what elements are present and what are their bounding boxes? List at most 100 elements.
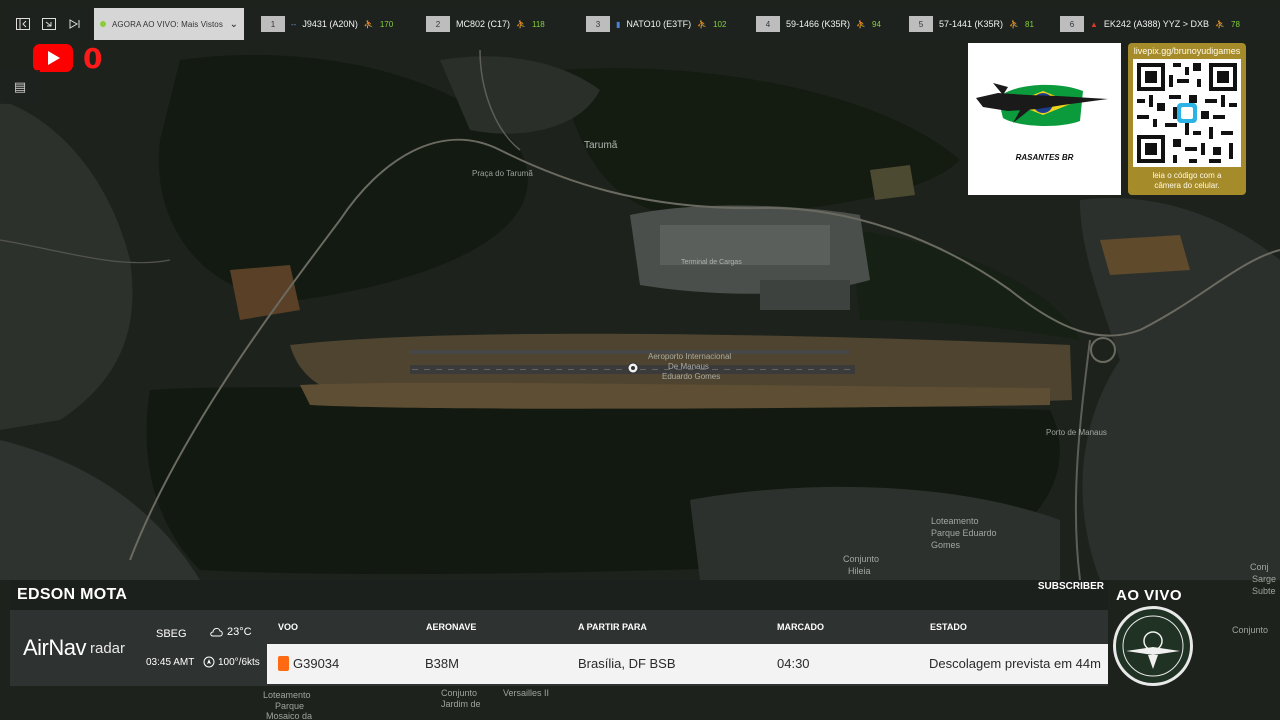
flight-viewers: 102 bbox=[713, 19, 727, 29]
map-label-sargento-1: Conj bbox=[1250, 562, 1269, 572]
map-label-conjunto-b2: Jardim de bbox=[441, 699, 481, 709]
temperature: 23°C bbox=[210, 626, 252, 638]
map-label-conjunto-hileia-2: Hileia bbox=[848, 566, 871, 576]
viewers-icon: ⛹ bbox=[363, 19, 374, 29]
flight-item-4[interactable]: 4 59-1466 (K35R) ⛹ 94 bbox=[756, 16, 881, 32]
airline-logo-icon: -- bbox=[291, 19, 297, 29]
wind-direction-icon bbox=[203, 656, 215, 668]
layers-icon[interactable]: ▤ bbox=[0, 70, 40, 104]
flight-rank: 3 bbox=[586, 16, 610, 32]
header-marcado: MARCADO bbox=[777, 622, 824, 632]
map-label-porto: Porto de Manaus bbox=[1046, 428, 1107, 437]
wind-value: 100°/6kts bbox=[218, 656, 260, 668]
flight-item-2[interactable]: 2 MC802 (C17) ⛹ 118 bbox=[426, 16, 545, 32]
map-label-loteamento-2: Parque Eduardo bbox=[931, 528, 997, 538]
map-label-taruma: Tarumã bbox=[584, 140, 618, 151]
airnav-radar-logo: AirNav radar bbox=[10, 610, 138, 686]
qr-caption-line-2: câmera do celular. bbox=[1154, 181, 1220, 190]
map-label-loteamento-b3: Mosaico da bbox=[266, 711, 313, 720]
airline-logo-icon bbox=[278, 656, 289, 671]
panel-collapse-icon[interactable] bbox=[10, 8, 36, 40]
flight-viewers: 118 bbox=[532, 19, 545, 29]
picture-in-picture-icon[interactable] bbox=[36, 8, 62, 40]
flight-callsign: MC802 (C17) bbox=[456, 19, 511, 29]
play-icon bbox=[48, 51, 60, 65]
destination: Brasília, DF BSB bbox=[578, 656, 676, 671]
airline-logo-icon: ▮ bbox=[616, 19, 621, 29]
viewers-icon: ⛹ bbox=[516, 19, 526, 29]
donation-qr-panel[interactable]: livepix.gg/brunoyudigames leia o código … bbox=[1128, 43, 1246, 195]
subscriber-label: SUBSCRIBER bbox=[1037, 581, 1104, 592]
map-label-aeroporto-1: Aeroporto Internacional bbox=[648, 352, 732, 361]
flight-rank: 5 bbox=[909, 16, 933, 32]
cloud-icon bbox=[210, 628, 223, 637]
flight-item-1[interactable]: 1 -- J9431 (A20N) ⛹ 170 bbox=[261, 16, 393, 32]
flight-viewers: 94 bbox=[872, 19, 881, 29]
flight-status: Descolagem prevista em 44m bbox=[929, 656, 1101, 671]
flight-rank: 6 bbox=[1060, 16, 1084, 32]
map-label-conjunto-b1: Conjunto bbox=[441, 688, 478, 698]
logo-text: RASANTES BR bbox=[1015, 153, 1074, 162]
flight-item-5[interactable]: 5 57-1441 (K35R) ⛹ 81 bbox=[909, 16, 1034, 32]
flight-item-6[interactable]: 6 ▲ EK242 (A388) YYZ > DXB ⛹ 78 bbox=[1060, 16, 1240, 32]
map-label-conjunto-hileia-1: Conjunto bbox=[843, 554, 880, 564]
flight-callsign: NATO10 (E3TF) bbox=[626, 19, 692, 29]
viewers-icon: ⛹ bbox=[1215, 19, 1226, 29]
airport-code: SBEG bbox=[156, 628, 187, 640]
temperature-value: 23°C bbox=[227, 626, 252, 638]
local-time: 03:45 AMT bbox=[146, 657, 195, 668]
rasantes-logo: RASANTES BR bbox=[968, 43, 1121, 195]
subscriber-name: EDSON MOTA bbox=[17, 586, 128, 603]
airline-logo-icon: ▲ bbox=[1090, 19, 1098, 29]
map-label-aeroporto-3: Eduardo Gomes bbox=[662, 372, 721, 381]
map-label-loteamento-3: Gomes bbox=[931, 540, 961, 550]
header-partir: A PARTIR PARA bbox=[578, 622, 647, 632]
flight-viewers: 81 bbox=[1025, 19, 1034, 29]
live-filter-dropdown[interactable]: AGORA AO VIVO: Mais Vistos ⌄ bbox=[94, 8, 244, 40]
map-label-terminal: Terminal de Cargas bbox=[681, 259, 742, 266]
jet-flag-icon bbox=[976, 83, 1108, 127]
flight-viewers: 170 bbox=[379, 19, 394, 29]
flight-number: G39034 bbox=[293, 656, 340, 671]
wind: 100°/6kts bbox=[203, 656, 260, 668]
header-aeronave: AERONAVE bbox=[426, 622, 477, 632]
map-label-praca: Praça do Tarumã bbox=[472, 169, 533, 178]
flight-item-3[interactable]: 3 ▮ NATO10 (E3TF) ⛹ 102 bbox=[586, 16, 726, 32]
channel-badge-icon bbox=[1113, 606, 1193, 686]
chevron-down-icon: ⌄ bbox=[229, 18, 238, 30]
flight-rank: 1 bbox=[261, 16, 285, 32]
header-voo: VOO bbox=[278, 622, 299, 632]
aircraft-type: B38M bbox=[425, 656, 459, 671]
flight-viewers: 78 bbox=[1231, 19, 1240, 29]
map-label-sargento-3: Subte bbox=[1252, 586, 1276, 596]
map-label-versailles: Versailles II bbox=[503, 688, 550, 698]
brand-radar: radar bbox=[89, 639, 126, 657]
qr-caption-line-1: leia o código com a bbox=[1152, 171, 1222, 180]
header-estado: ESTADO bbox=[930, 622, 967, 632]
flight-row[interactable]: G39034 B38M Brasília, DF BSB 04:30 Desco… bbox=[267, 644, 1108, 684]
youtube-icon[interactable] bbox=[33, 44, 73, 72]
map-label-loteamento-b1: Loteamento bbox=[263, 690, 311, 700]
stream-overlay: Tarumã Praça do Tarumã Terminal de Carga… bbox=[0, 0, 1280, 720]
youtube-count: 0 bbox=[83, 42, 103, 75]
flight-rank: 2 bbox=[426, 16, 450, 32]
flight-callsign: 59-1466 (K35R) bbox=[786, 19, 851, 29]
skip-next-icon[interactable] bbox=[62, 8, 88, 40]
flight-rank: 4 bbox=[756, 16, 780, 32]
top-flight-bar: AGORA AO VIVO: Mais Vistos ⌄ 1 -- J9431 … bbox=[10, 8, 1280, 40]
scheduled-time: 04:30 bbox=[777, 656, 810, 671]
map-label-aeroporto-2: De Manaus bbox=[668, 362, 709, 371]
live-label: AO VIVO bbox=[1116, 587, 1183, 604]
qr-code-icon bbox=[1133, 59, 1241, 167]
subscriber-strip: EDSON MOTA SUBSCRIBER bbox=[10, 580, 1108, 610]
map-label-loteamento-1: Loteamento bbox=[931, 516, 979, 526]
flight-ticker: AirNav radar SBEG 03:45 AMT 23°C 100°/6k… bbox=[10, 610, 1108, 686]
filter-label: AGORA AO VIVO: Mais Vistos bbox=[112, 19, 223, 29]
flight-callsign: 57-1441 (K35R) bbox=[939, 19, 1004, 29]
map-label-conjunto-r: Conjunto bbox=[1232, 625, 1269, 635]
map-label-sargento-2: Sarge bbox=[1252, 574, 1277, 584]
flight-callsign: J9431 (A20N) bbox=[302, 19, 358, 29]
live-dot-icon bbox=[100, 21, 106, 27]
viewers-icon: ⛹ bbox=[1009, 19, 1020, 29]
brand-airnav: AirNav bbox=[22, 635, 87, 660]
